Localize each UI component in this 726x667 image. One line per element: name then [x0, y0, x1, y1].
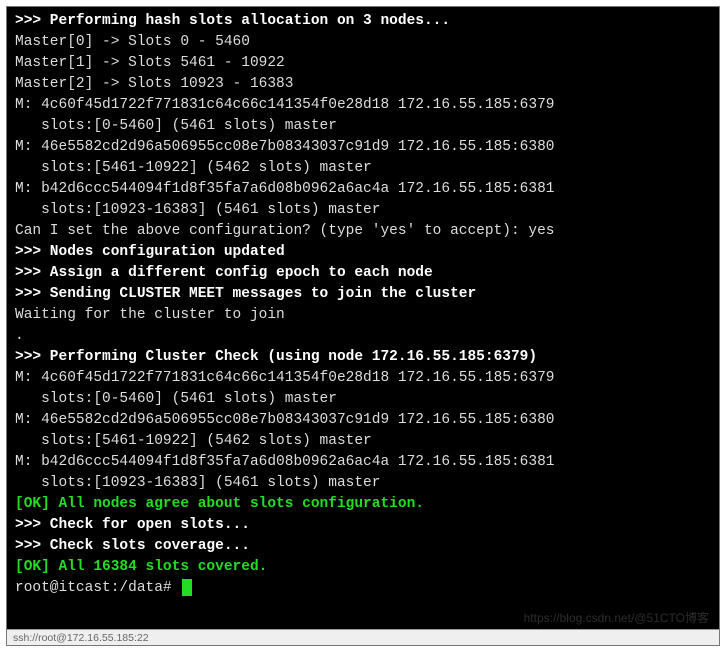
terminal-line-10: Can I set the above configuration? (type…	[15, 221, 711, 242]
terminal-line-12: >>> Assign a different config epoch to e…	[15, 263, 711, 284]
terminal-line-5: slots:[0-5460] (5461 slots) master	[15, 116, 711, 137]
terminal-line-7: slots:[5461-10922] (5462 slots) master	[15, 158, 711, 179]
terminal-line-26: [OK] All 16384 slots covered.	[15, 557, 711, 578]
terminal-window[interactable]: >>> Performing hash slots allocation on …	[6, 6, 720, 646]
terminal-line-15: .	[15, 326, 711, 347]
terminal-line-20: slots:[5461-10922] (5462 slots) master	[15, 431, 711, 452]
prompt-text: root@itcast:/data#	[15, 580, 180, 596]
terminal-line-4: M: 4c60f45d1722f771831c64c66c141354f0e28…	[15, 95, 711, 116]
terminal-output: >>> Performing hash slots allocation on …	[15, 11, 711, 578]
terminal-line-22: slots:[10923-16383] (5461 slots) master	[15, 473, 711, 494]
terminal-line-0: >>> Performing hash slots allocation on …	[15, 11, 711, 32]
terminal-line-14: Waiting for the cluster to join	[15, 305, 711, 326]
terminal-line-6: M: 46e5582cd2d96a506955cc08e7b08343037c9…	[15, 137, 711, 158]
terminal-line-18: slots:[0-5460] (5461 slots) master	[15, 389, 711, 410]
status-bar: ssh://root@172.16.55.185:22	[7, 629, 719, 645]
terminal-line-9: slots:[10923-16383] (5461 slots) master	[15, 200, 711, 221]
terminal-line-11: >>> Nodes configuration updated	[15, 242, 711, 263]
terminal-line-3: Master[2] -> Slots 10923 - 16383	[15, 74, 711, 95]
terminal-line-8: M: b42d6ccc544094f1d8f35fa7a6d08b0962a6a…	[15, 179, 711, 200]
terminal-line-13: >>> Sending CLUSTER MEET messages to joi…	[15, 284, 711, 305]
terminal-line-23: [OK] All nodes agree about slots configu…	[15, 494, 711, 515]
terminal-line-2: Master[1] -> Slots 5461 - 10922	[15, 53, 711, 74]
prompt-line[interactable]: root@itcast:/data#	[15, 578, 711, 599]
terminal-line-1: Master[0] -> Slots 0 - 5460	[15, 32, 711, 53]
cursor-block	[182, 579, 192, 596]
terminal-line-24: >>> Check for open slots...	[15, 515, 711, 536]
terminal-line-19: M: 46e5582cd2d96a506955cc08e7b08343037c9…	[15, 410, 711, 431]
terminal-line-25: >>> Check slots coverage...	[15, 536, 711, 557]
terminal-line-17: M: 4c60f45d1722f771831c64c66c141354f0e28…	[15, 368, 711, 389]
watermark-text: https://blog.csdn.net/@51CTO博客	[524, 610, 709, 627]
terminal-line-16: >>> Performing Cluster Check (using node…	[15, 347, 711, 368]
terminal-line-21: M: b42d6ccc544094f1d8f35fa7a6d08b0962a6a…	[15, 452, 711, 473]
